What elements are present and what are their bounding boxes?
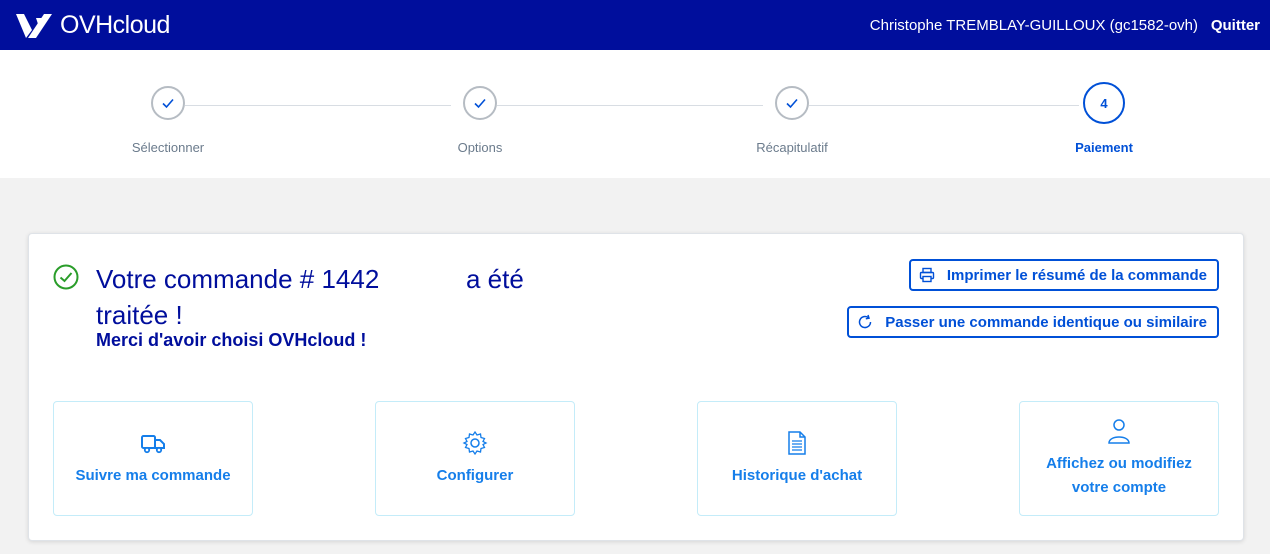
step-options[interactable]: Options [420,86,540,155]
step-check-circle [463,86,497,120]
ovhcloud-logo-icon [16,14,52,38]
configure-tile[interactable]: Configurer [375,401,575,516]
step-number-circle: 4 [1083,82,1125,124]
step-summary[interactable]: Récapitulatif [732,86,852,155]
step-label: Paiement [1075,140,1133,155]
confirmation-title: Votre commande # 1442 a été traitée ! [96,264,532,330]
document-icon [788,430,806,455]
track-order-tile[interactable]: Suivre ma commande [53,401,253,516]
user-name[interactable]: Christophe TREMBLAY-GUILLOUX (gc1582-ovh… [870,17,1198,34]
refresh-icon [859,314,872,329]
order-stepper: Sélectionner Options Récapitulatif 4 Pai… [0,50,1270,178]
step-label: Récapitulatif [756,140,828,155]
step-select[interactable]: Sélectionner [108,86,228,155]
step-payment: 4 Paiement [1044,82,1164,155]
confirmation-subtitle: Merci d'avoir choisi OVHcloud ! [96,330,367,350]
purchase-history-tile[interactable]: Historique d'achat [697,401,897,516]
user-icon [1108,418,1130,444]
repeat-order-button[interactable]: Passer une commande identique ou similai… [847,306,1219,338]
brand-name: OVHcloud [60,10,170,39]
print-summary-label: Imprimer le résumé de la commande [946,266,1207,284]
tile-label: Suivre ma commande [75,466,231,484]
printer-icon [919,267,935,283]
logout-link[interactable]: Quitter [1211,17,1260,34]
account-tile[interactable]: Affichez ou modifiez votre compte [1019,401,1219,516]
check-icon [474,98,486,109]
step-label: Options [457,140,503,155]
step-label: Sélectionner [131,140,205,155]
step-check-circle [775,86,809,120]
top-bar: OVHcloud Christophe TREMBLAY-GUILLOUX (g… [0,0,1270,50]
tile-label: Affichez ou modifiez votre compte [1046,454,1192,496]
repeat-order-label: Passer une commande identique ou similai… [885,313,1207,331]
tile-label: Configurer [436,466,514,484]
tile-label: Historique d'achat [731,466,863,484]
check-circle-icon [53,264,79,290]
truck-icon [141,434,165,453]
gear-icon [462,430,488,455]
ovhcloud-logo[interactable]: OVHcloud [12,10,170,40]
confirmation-card: Votre commande # 1442 a été traitée ! Me… [28,233,1244,541]
print-summary-button[interactable]: Imprimer le résumé de la commande [908,259,1219,291]
step-check-circle [151,86,185,120]
check-icon [162,98,174,109]
check-icon [786,98,798,109]
